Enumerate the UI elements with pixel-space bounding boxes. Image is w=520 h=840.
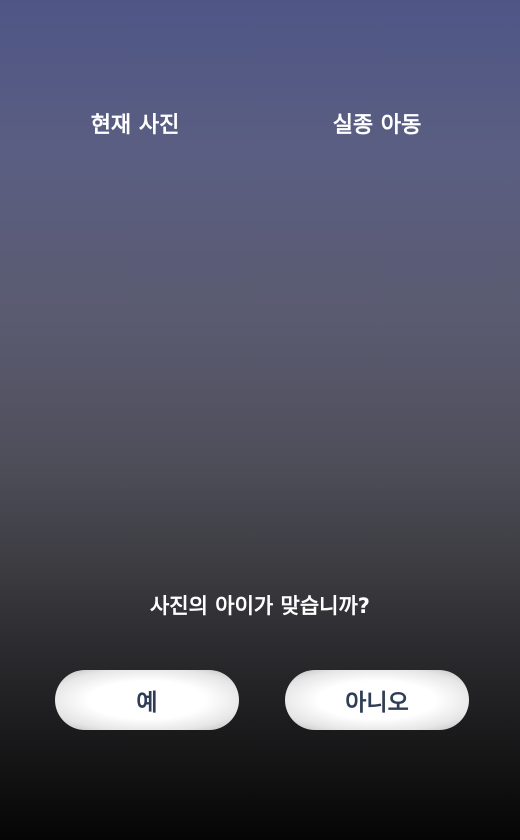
missing-child-photo-area	[275, 150, 495, 550]
confirmation-question: 사진의 아이가 맞습니까?	[149, 594, 370, 618]
yes-button[interactable]: 예	[55, 670, 239, 730]
missing-child-label: 실종 아동	[332, 113, 422, 138]
current-photo-label: 현재 사진	[90, 113, 180, 138]
no-button-label: 아니오	[345, 690, 409, 716]
no-button[interactable]: 아니오	[285, 670, 469, 730]
yes-button-label: 예	[136, 690, 158, 716]
current-photo-area	[25, 150, 245, 550]
